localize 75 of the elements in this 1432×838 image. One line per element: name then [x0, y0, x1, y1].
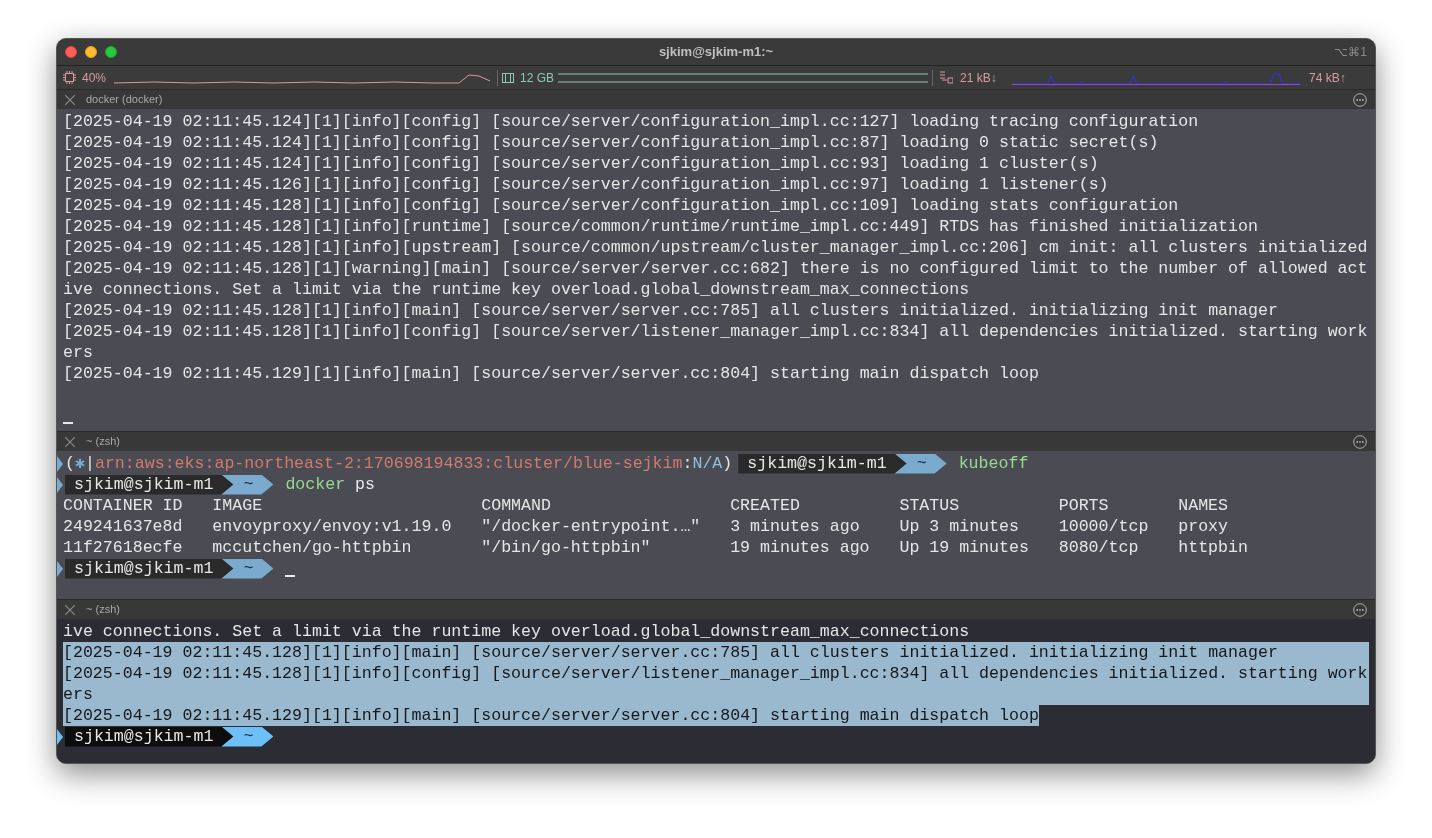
more-icon[interactable]: [1353, 434, 1367, 449]
table-cell-text: Up 3 minutes: [899, 516, 1020, 537]
log-line: [2025-04-19 02:11:45.126][1][info][config] [source/server/configuration_impl.cc:97] loading 1 listener(s): [63, 174, 1109, 195]
column-header: NAMES: [1178, 495, 1229, 516]
chevron-icon: [57, 728, 63, 745]
table-cell: proxy: [1178, 516, 1229, 537]
log-line: [2025-04-19 02:11:45.128][1][warning][main] [source/server/server.cc:682] there is no configured limit to the number of allowed act: [63, 258, 1368, 279]
column-header: COMMAND: [481, 495, 552, 516]
network-icon: [940, 71, 953, 84]
table-cell-text: "/bin/go-httpbin": [481, 537, 652, 558]
zoom-button[interactable]: [105, 46, 117, 58]
cpu-reading: 40%: [82, 69, 108, 87]
table-cell-text: 10000/tcp: [1058, 516, 1150, 537]
table-cell: httpbin: [1178, 537, 1248, 558]
prompt-user-segment: sjkim@sjkim-m1: [65, 474, 234, 495]
pane-title: ~ (zsh): [86, 602, 120, 618]
table-cell-text: 19 minutes ago: [730, 537, 871, 558]
close-icon[interactable]: [65, 436, 75, 447]
more-icon[interactable]: [1353, 92, 1367, 107]
column-header: CONTAINER ID: [63, 495, 184, 516]
command-text: kubeoff: [958, 453, 1029, 474]
prompt-user-segment: sjkim@sjkim-m1: [65, 558, 234, 579]
log-line: [2025-04-19 02:11:45.124][1][info][config] [source/server/configuration_impl.cc:127] loading tracing configuration: [63, 111, 1199, 132]
chevron-icon: [57, 455, 63, 472]
pane-title: ~ (zsh): [86, 434, 120, 450]
column-header: CREATED: [730, 495, 801, 516]
prompt-user-segment: sjkim@sjkim-m1: [738, 453, 907, 474]
command-argument: ps: [355, 474, 375, 495]
log-line: ive connections. Set a limit via the runtime key overload.global_downstream_max_connections: [63, 279, 970, 300]
log-line: [2025-04-19 02:11:45.124][1][info][config] [source/server/configuration_impl.cc:93] loading 1 cluster(s): [63, 153, 1099, 174]
cluster-context: arn:aws:eks:ap-northeast-2:170698194833:cluster/blue-sejkim: [94, 453, 683, 474]
chevron-icon: [57, 476, 63, 493]
table-cell-text: 8080/tcp: [1058, 537, 1140, 558]
pane-title: docker (docker): [86, 92, 163, 108]
close-icon[interactable]: [65, 604, 75, 615]
table-cell-text: 11f27618ecfe: [63, 537, 184, 558]
table-cell-text: envoyproxy/envoy:v1.19.0: [212, 516, 453, 537]
close-icon[interactable]: [65, 94, 75, 105]
cursor: [63, 421, 73, 424]
namespace-text: N/A: [692, 453, 723, 474]
table-cell-text: 3 minutes ago: [730, 516, 861, 537]
bracket-text: (: [65, 453, 75, 474]
log-line: [2025-04-19 02:11:45.128][1][info][config] [source/server/listener_manager_impl.cc:834] all dependencies initialized. starting work: [63, 321, 1368, 342]
log-line: ive connections. Set a limit via the runtime key overload.global_downstream_max_connections: [63, 621, 970, 642]
log-line: [2025-04-19 02:11:45.124][1][info][config] [source/server/configuration_impl.cc:87] loading 0 static secret(s): [63, 132, 1159, 153]
command-text: docker: [285, 474, 346, 495]
log-line: [2025-04-19 02:11:45.129][1][info][main] [source/server/server.cc:804] starting main dispatch loop: [63, 363, 1039, 384]
table-cell-text: Up 19 minutes: [899, 537, 1030, 558]
column-header: PORTS: [1058, 495, 1110, 516]
upload-reading: 74 kB↑: [1309, 69, 1346, 87]
separator-text: :: [682, 453, 693, 474]
table-cell-text: mccutchen/go-httpbin: [212, 537, 413, 558]
more-icon[interactable]: [1353, 602, 1367, 617]
log-line: [2025-04-19 02:11:45.128][1][info][config] [source/server/configuration_impl.cc:109] loading stats configuration: [63, 195, 1179, 216]
minimize-button[interactable]: [85, 46, 97, 58]
column-header: STATUS: [899, 495, 961, 516]
bracket-text: ): [722, 453, 733, 474]
window-title: sjkim@sjkim-m1:~: [658, 43, 774, 62]
log-line: [2025-04-19 02:11:45.128][1][info][runtime] [source/common/runtime/runtime_impl.cc:449] RTDS has finished initialization: [63, 216, 1258, 237]
prompt-user-segment: sjkim@sjkim-m1: [65, 726, 234, 747]
table-cell-text: "/docker-entrypoint.…": [481, 516, 702, 537]
asterisk-icon: ✱: [74, 453, 85, 474]
shortcut-label: ⌥⌘1: [1334, 44, 1367, 61]
memory-icon: [502, 71, 514, 84]
download-reading: 21 kB↓: [960, 69, 998, 87]
log-line: ers: [63, 342, 93, 363]
chevron-icon: [57, 560, 63, 577]
memory-reading: 12 GB: [520, 69, 556, 87]
separator-text: |: [84, 453, 95, 474]
log-line: [2025-04-19 02:11:45.128][1][info][upstream] [source/common/upstream/cluster_manager_impl.cc:206] cm init: all clusters initialized: [63, 237, 1368, 258]
log-line: [2025-04-19 02:11:45.128][1][info][main] [source/server/server.cc:785] all clusters initialized. initializing init manager: [63, 300, 1278, 321]
cpu-icon: [63, 71, 76, 84]
column-header: IMAGE: [212, 495, 264, 516]
close-button[interactable]: [65, 46, 77, 58]
table-cell-text: 249241637e8d: [63, 516, 184, 537]
